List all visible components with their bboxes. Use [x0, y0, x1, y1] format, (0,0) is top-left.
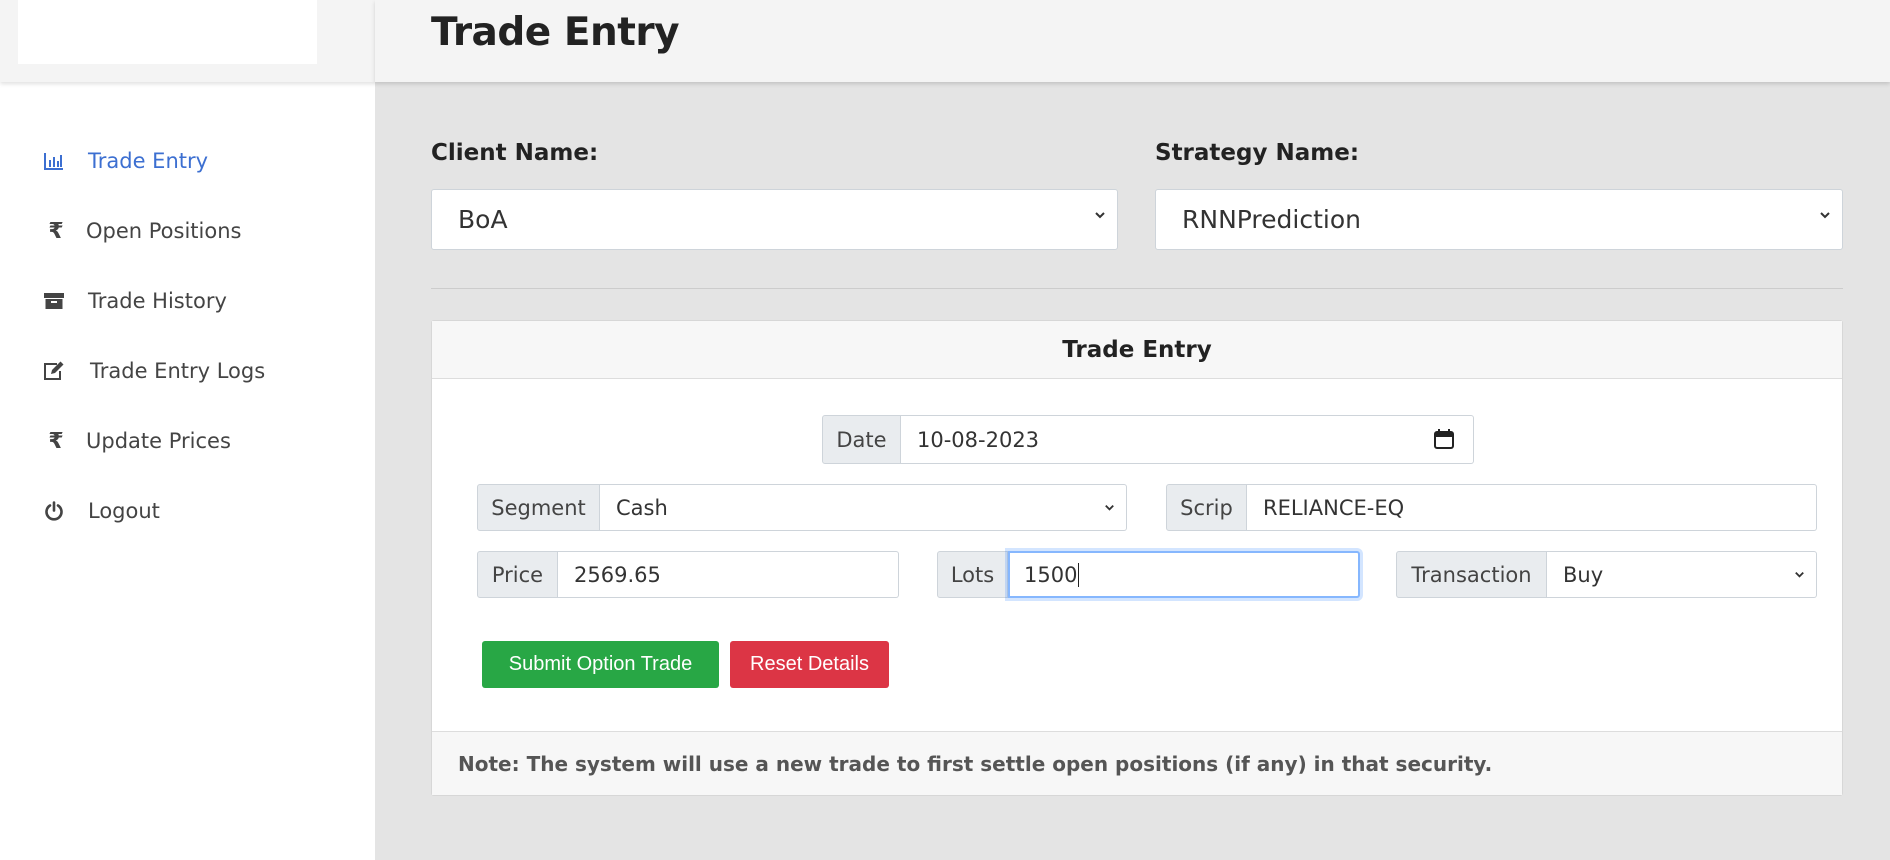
- sidebar-item-update-prices[interactable]: ₹ Update Prices: [0, 406, 375, 476]
- price-input[interactable]: 2569.65: [558, 551, 899, 598]
- sidebar-item-trade-history[interactable]: Trade History: [0, 266, 375, 336]
- edit-icon: [42, 359, 66, 383]
- rupee-icon: ₹: [48, 428, 64, 454]
- strategy-name-value: RNNPrediction: [1182, 205, 1361, 234]
- trade-entry-card: Trade Entry Date 10-08-2023 Segment Cash…: [431, 320, 1843, 796]
- calendar-icon[interactable]: [1433, 428, 1455, 450]
- sidebar-brand-area: [0, 0, 375, 82]
- date-label: Date: [822, 415, 901, 464]
- bar-chart-icon: [42, 149, 66, 173]
- sidebar: Trade Entry ₹ Open Positions Trade Histo…: [0, 0, 375, 860]
- scrip-group: Scrip RELIANCE-EQ: [1166, 484, 1817, 531]
- card-note: Note: The system will use a new trade to…: [432, 731, 1842, 795]
- sidebar-item-label: Trade Entry: [88, 149, 209, 173]
- date-value: 10-08-2023: [917, 427, 1040, 452]
- sidebar-item-label: Logout: [88, 499, 160, 523]
- client-name-label: Client Name:: [431, 140, 599, 166]
- date-group: Date 10-08-2023: [822, 415, 1474, 464]
- client-name-value: BoA: [458, 205, 508, 234]
- sidebar-item-label: Trade History: [88, 289, 227, 313]
- rupee-icon: ₹: [48, 218, 64, 244]
- transaction-value: Buy: [1563, 562, 1604, 587]
- sidebar-item-logout[interactable]: Logout: [0, 476, 375, 546]
- divider: [431, 288, 1843, 289]
- scrip-input[interactable]: RELIANCE-EQ: [1247, 484, 1817, 531]
- price-value: 2569.65: [574, 562, 661, 587]
- strategy-name-label: Strategy Name:: [1155, 140, 1360, 166]
- lots-label: Lots: [937, 551, 1008, 598]
- sidebar-item-label: Trade Entry Logs: [90, 359, 266, 383]
- scrip-label: Scrip: [1166, 484, 1247, 531]
- chevron-down-icon: [1795, 571, 1804, 578]
- reset-details-button[interactable]: Reset Details: [730, 641, 889, 688]
- segment-value: Cash: [616, 495, 668, 520]
- chevron-down-icon: [1105, 504, 1114, 511]
- client-name-select[interactable]: BoA: [431, 189, 1118, 250]
- transaction-label: Transaction: [1396, 551, 1547, 598]
- segment-group: Segment Cash: [477, 484, 1127, 531]
- lots-group: Lots 1500: [937, 551, 1360, 598]
- sidebar-nav: Trade Entry ₹ Open Positions Trade Histo…: [0, 126, 375, 546]
- chevron-down-icon: [1095, 212, 1105, 219]
- scrip-value: RELIANCE-EQ: [1263, 495, 1405, 520]
- strategy-name-select[interactable]: RNNPrediction: [1155, 189, 1843, 250]
- sidebar-item-label: Open Positions: [86, 219, 242, 243]
- submit-option-trade-button[interactable]: Submit Option Trade: [482, 641, 719, 688]
- sidebar-item-open-positions[interactable]: ₹ Open Positions: [0, 196, 375, 266]
- sidebar-item-trade-entry-logs[interactable]: Trade Entry Logs: [0, 336, 375, 406]
- page-title: Trade Entry: [431, 10, 680, 55]
- segment-select[interactable]: Cash: [600, 484, 1127, 531]
- power-icon: [42, 499, 66, 523]
- sidebar-item-label: Update Prices: [86, 429, 231, 453]
- sidebar-item-trade-entry[interactable]: Trade Entry: [0, 126, 375, 196]
- chevron-down-icon: [1820, 212, 1830, 219]
- price-label: Price: [477, 551, 558, 598]
- transaction-select[interactable]: Buy: [1547, 551, 1817, 598]
- date-input[interactable]: 10-08-2023: [901, 415, 1474, 464]
- page-header: Trade Entry: [375, 0, 1890, 82]
- segment-label: Segment: [477, 484, 600, 531]
- card-title: Trade Entry: [432, 321, 1842, 379]
- text-caret: [1078, 562, 1080, 587]
- lots-value: 1500: [1024, 562, 1078, 587]
- transaction-group: Transaction Buy: [1396, 551, 1817, 598]
- price-group: Price 2569.65: [477, 551, 899, 598]
- archive-icon: [42, 289, 66, 313]
- logo: [18, 0, 317, 64]
- lots-input[interactable]: 1500: [1008, 551, 1360, 598]
